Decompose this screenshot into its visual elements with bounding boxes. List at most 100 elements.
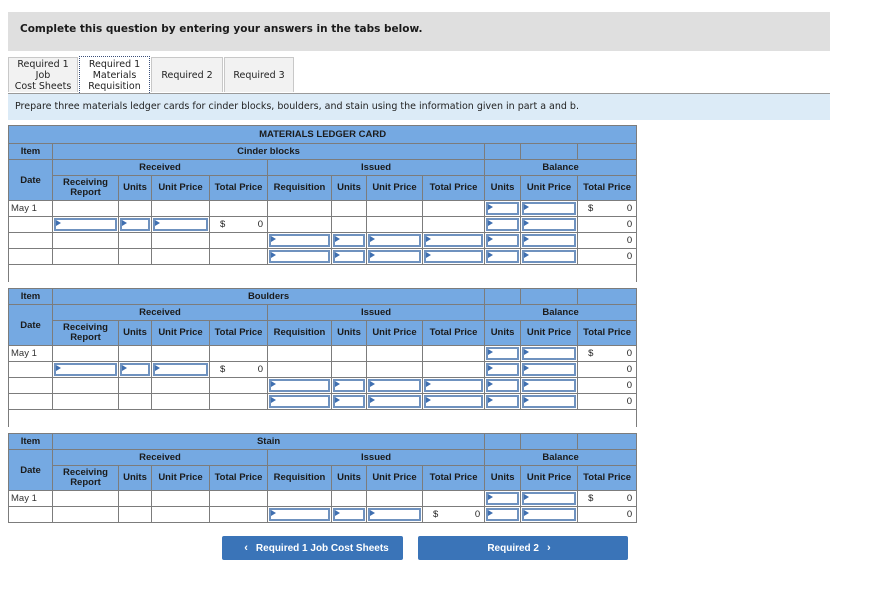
item-label: Item — [8, 288, 53, 305]
tab-required-2[interactable]: Required 2 — [151, 57, 223, 92]
currency-symbol: $ — [588, 348, 594, 359]
issued-total-cell: $0 — [421, 506, 486, 523]
requisition-input[interactable] — [269, 250, 330, 263]
balance-unit-price-cell — [520, 200, 578, 217]
balance-unit-price-cell — [520, 232, 578, 249]
balance-units-input[interactable] — [486, 250, 519, 263]
received-units-input[interactable] — [120, 218, 150, 231]
col-balance-units: Units — [484, 320, 522, 346]
empty-cell — [8, 232, 53, 249]
empty-cell — [331, 345, 367, 362]
balance-unit-price-input[interactable] — [522, 379, 577, 392]
issued-unit-price-input[interactable] — [368, 395, 421, 408]
requisition-input[interactable] — [269, 395, 330, 408]
tab-label-line: Cost Sheets — [14, 80, 72, 92]
balance-total-value: 0 — [626, 348, 633, 359]
empty-cell — [8, 377, 53, 394]
issued-units-cell — [331, 377, 367, 394]
date-header: Date — [8, 159, 53, 201]
header-blank — [577, 433, 638, 450]
empty-cell — [151, 345, 210, 362]
issued-unit-price-input[interactable] — [368, 379, 421, 392]
table-row: May 1 $0 — [8, 345, 638, 362]
tab-required-1-materials-requisition[interactable]: Required 1 Materials Requisition — [79, 56, 150, 93]
balance-units-input[interactable] — [486, 492, 520, 505]
prev-button-label: Required 1 Job Cost Sheets — [255, 542, 389, 554]
balance-units-input[interactable] — [486, 347, 520, 360]
issued-unit-price-input[interactable] — [368, 250, 421, 263]
next-button[interactable]: Required 2 › — [418, 536, 628, 560]
col-issued-units: Units — [331, 320, 367, 346]
balance-units-cell — [484, 506, 522, 523]
balance-units-input[interactable] — [486, 363, 520, 376]
tab-required-1-job-cost-sheets[interactable]: Required 1 Job Cost Sheets — [8, 57, 78, 92]
table-row: $0 0 — [8, 216, 638, 233]
received-group-header: Received — [52, 304, 268, 321]
issued-units-input[interactable] — [333, 508, 365, 521]
balance-units-input[interactable] — [486, 508, 520, 521]
date-cell: May 1 — [8, 490, 53, 507]
balance-units-input[interactable] — [486, 395, 520, 408]
empty-cell — [421, 345, 486, 362]
requisition-input[interactable] — [269, 234, 330, 247]
issued-total-price-input[interactable] — [424, 395, 484, 408]
balance-unit-price-input[interactable] — [522, 508, 577, 521]
empty-cell — [118, 393, 152, 410]
receiving-report-input[interactable] — [54, 218, 117, 231]
balance-total-cell: $0 — [577, 490, 638, 507]
issued-total-price-input[interactable] — [424, 234, 483, 247]
balance-total-cell: $0 — [577, 345, 638, 362]
balance-unit-price-input[interactable] — [522, 395, 577, 408]
issued-units-input[interactable] — [333, 234, 365, 247]
balance-units-input[interactable] — [486, 218, 519, 231]
issued-units-input[interactable] — [333, 250, 365, 263]
issued-unit-price-input[interactable] — [368, 234, 421, 247]
balance-unit-price-input[interactable] — [522, 347, 577, 360]
col-received-unit-price: Unit Price — [151, 320, 210, 346]
table-row: 0 — [8, 393, 638, 410]
issued-unit-price-cell — [366, 506, 423, 523]
issued-total-price-input[interactable] — [424, 250, 483, 263]
tab-required-3[interactable]: Required 3 — [224, 57, 294, 92]
balance-unit-price-input[interactable] — [522, 218, 576, 231]
issued-unit-price-input[interactable] — [368, 508, 421, 521]
empty-cell — [52, 506, 119, 523]
received-unit-price-input[interactable] — [153, 218, 208, 231]
requisition-input[interactable] — [269, 379, 330, 392]
balance-units-input[interactable] — [486, 234, 519, 247]
receiving-report-input[interactable] — [54, 363, 117, 376]
empty-cell — [118, 248, 152, 265]
balance-unit-price-input[interactable] — [522, 202, 576, 215]
issued-total-price-input[interactable] — [424, 379, 484, 392]
tab-label-line: Materials — [92, 69, 137, 81]
col-received-total-price: Total Price — [209, 175, 268, 201]
issued-units-input[interactable] — [333, 395, 365, 408]
empty-cell — [118, 490, 152, 507]
empty-cell — [151, 506, 210, 523]
empty-cell — [331, 216, 367, 233]
received-units-input[interactable] — [120, 363, 150, 376]
date-cell: May 1 — [8, 345, 53, 362]
header-blank — [484, 288, 522, 305]
balance-unit-price-input[interactable] — [522, 492, 577, 505]
balance-unit-price-input[interactable] — [522, 363, 577, 376]
empty-cell — [52, 490, 119, 507]
issued-total-value: 0 — [474, 509, 481, 520]
empty-cell — [52, 232, 119, 249]
balance-units-input[interactable] — [486, 379, 520, 392]
balance-units-cell — [484, 200, 521, 217]
balance-unit-price-input[interactable] — [522, 234, 576, 247]
col-requisition: Requisition — [267, 175, 332, 201]
balance-units-input[interactable] — [486, 202, 519, 215]
table-row: May 1 $0 — [8, 200, 638, 217]
requisition-input[interactable] — [269, 508, 330, 521]
instructions-bar: Prepare three materials ledger cards for… — [8, 94, 830, 120]
received-group-header: Received — [52, 159, 268, 176]
issued-units-input[interactable] — [333, 379, 365, 392]
received-unit-price-input[interactable] — [153, 363, 208, 376]
balance-unit-price-input[interactable] — [522, 250, 576, 263]
col-balance-total-price: Total Price — [577, 320, 638, 346]
item-label: Item — [8, 143, 53, 160]
prev-button[interactable]: ‹ Required 1 Job Cost Sheets — [222, 536, 403, 560]
empty-cell — [331, 361, 367, 378]
